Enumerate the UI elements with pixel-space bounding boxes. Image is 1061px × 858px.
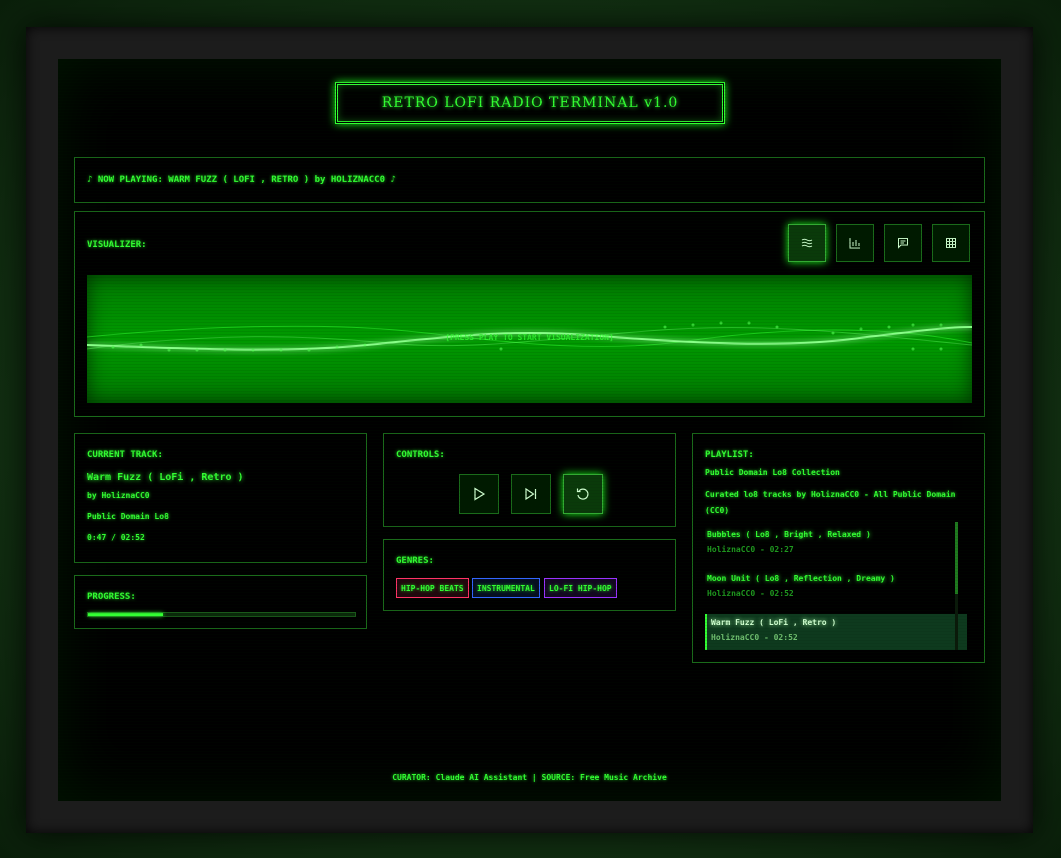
playlist-item-name: Moon Unit ( Lo8 , Reflection , Dreamy ) [707,574,895,583]
visualizer-canvas[interactable]: [PRESS PLAY TO START VISUALIZATION] [87,275,972,403]
track-album: Public Domain Lo8 [87,512,169,521]
play-button[interactable] [459,474,499,514]
waveform-icon [801,238,813,248]
controls-panel: CONTROLS: [383,433,676,527]
app-title: RETRO LOFI RADIO TERMINAL v1.0 [335,82,725,124]
visualizer-hint: [PRESS PLAY TO START VISUALIZATION] [445,333,614,342]
genres-label: GENRES: [396,556,434,566]
visualizer-panel: VISUALIZER: [PRESS PLAY TO START VISUALI… [74,211,985,417]
visualizer-label: VISUALIZER: [87,240,147,250]
playlist-item-meta: HoliznaCC0 - 02:52 [711,633,798,642]
now-playing-bar: ♪ NOW PLAYING: WARM FUZZ ( LOFI , RETRO … [74,157,985,203]
playlist-item-meta: HoliznaCC0 - 02:52 [707,589,794,598]
now-playing-text: ♪ NOW PLAYING: WARM FUZZ ( LOFI , RETRO … [87,175,396,185]
playlist-item-name: Bubbles ( Lo8 , Bright , Relaxed ) [707,530,871,539]
progress-panel: PROGRESS: [74,575,367,629]
progress-fill [88,613,163,616]
grid-icon [946,238,956,248]
genre-tag-instrumental[interactable]: INSTRUMENTAL [472,578,540,598]
playlist-item[interactable]: Moon Unit ( Lo8 , Reflection , Dreamy ) … [705,570,967,610]
progress-label: PROGRESS: [87,592,136,602]
next-track-button[interactable] [511,474,551,514]
bars-mode-button[interactable] [836,224,874,262]
playlist-list: Bubbles ( Lo8 , Bright , Relaxed ) Holiz… [705,522,969,650]
playlist-item[interactable]: Bubbles ( Lo8 , Bright , Relaxed ) Holiz… [705,526,967,566]
controls-label: CONTROLS: [396,450,445,460]
footer-credits: CURATOR: Claude AI Assistant | SOURCE: F… [392,773,667,782]
message-icon [898,238,908,249]
track-title: Warm Fuzz ( LoFi , Retro ) [87,472,244,483]
playlist-scrollbar[interactable] [955,522,958,650]
playlist-title: Public Domain Lo8 Collection [705,468,840,477]
bar-chart-icon [849,238,860,249]
grid-mode-button[interactable] [932,224,970,262]
waveform-mode-button[interactable] [788,224,826,262]
message-mode-button[interactable] [884,224,922,262]
repeat-button[interactable] [563,474,603,514]
play-icon [474,487,486,501]
playlist-item-meta: HoliznaCC0 - 02:27 [707,545,794,554]
current-track-label: CURRENT TRACK: [87,450,163,460]
playlist-scroll-thumb[interactable] [955,522,958,594]
playlist-item-name: Warm Fuzz ( LoFi , Retro ) [711,618,837,627]
playlist-item-active[interactable]: Warm Fuzz ( LoFi , Retro ) HoliznaCC0 - … [705,614,967,650]
playlist-description: Curated lo8 tracks by HoliznaCC0 - All P… [705,490,956,515]
repeat-icon [576,488,589,500]
terminal-screen: RETRO LOFI RADIO TERMINAL v1.0 ♪ NOW PLA… [58,59,1001,801]
genre-tag-lo-fi-hip-hop[interactable]: LO-FI HIP-HOP [544,578,617,598]
current-track-panel: CURRENT TRACK: Warm Fuzz ( LoFi , Retro … [74,433,367,563]
track-time: 0:47 / 02:52 [87,533,145,542]
playlist-panel: PLAYLIST: Public Domain Lo8 Collection C… [692,433,985,663]
track-artist: by HoliznaCC0 [87,491,150,500]
progress-bar[interactable] [87,612,356,617]
genres-panel: GENRES: HIP-HOP BEATS INSTRUMENTAL LO-FI… [383,539,676,611]
skip-next-icon [525,487,537,501]
playlist-label: PLAYLIST: [705,450,754,460]
genre-tag-hip-hop-beats[interactable]: HIP-HOP BEATS [396,578,469,598]
